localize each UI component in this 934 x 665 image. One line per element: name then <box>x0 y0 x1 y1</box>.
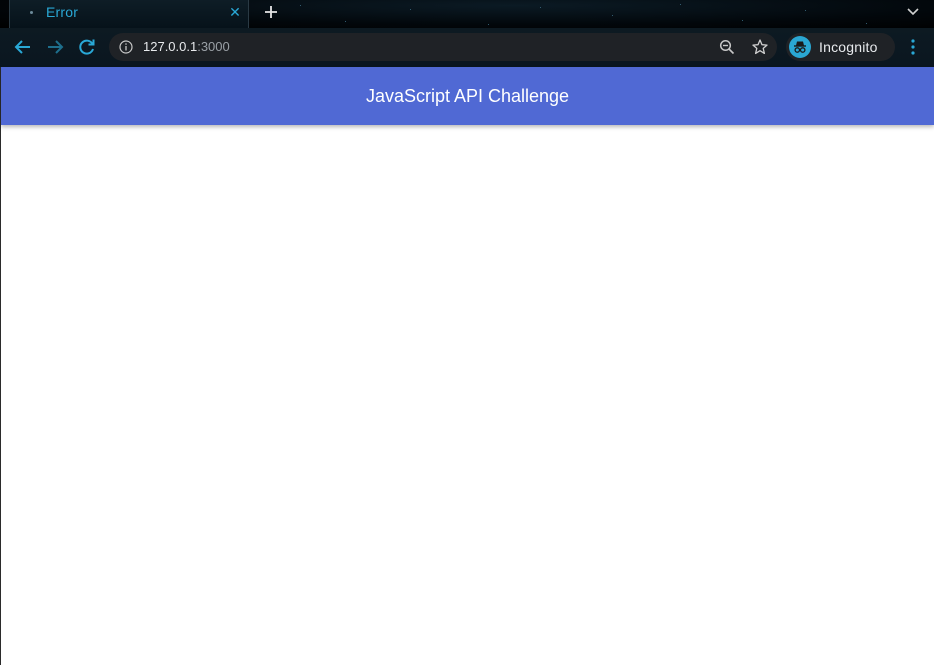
tab-search-button[interactable] <box>903 3 923 21</box>
app-title: JavaScript API Challenge <box>365 86 570 106</box>
tab-active[interactable]: Error ✕ <box>9 0 249 28</box>
reload-button[interactable] <box>76 36 98 58</box>
back-button[interactable] <box>12 36 34 58</box>
page-viewport: JavaScript API Challenge <box>0 67 934 665</box>
plus-icon <box>265 6 277 18</box>
zoom-out-icon[interactable] <box>719 39 735 55</box>
chevron-down-icon <box>907 8 919 16</box>
browser-toolbar: 127.0.0.1:3000 Incognito <box>0 28 934 67</box>
arrow-left-icon <box>14 40 30 54</box>
tab-favicon-icon <box>30 11 33 14</box>
close-icon[interactable]: ✕ <box>227 3 243 21</box>
address-host: 127.0.0.1 <box>143 39 198 54</box>
reload-icon <box>79 39 95 55</box>
incognito-profile-button[interactable]: Incognito <box>786 33 895 61</box>
info-icon[interactable] <box>119 40 133 54</box>
incognito-icon <box>789 36 811 58</box>
tab-strip: Error ✕ <box>0 0 934 28</box>
browser-menu-button[interactable] <box>904 37 922 57</box>
kebab-menu-icon <box>911 39 915 55</box>
arrow-right-icon <box>48 40 64 54</box>
forward-button[interactable] <box>44 36 66 58</box>
new-tab-button[interactable] <box>261 2 281 22</box>
incognito-label: Incognito <box>819 39 878 55</box>
address-url[interactable]: 127.0.0.1:3000 <box>143 39 230 54</box>
app-bar: JavaScript API Challenge <box>1 67 934 125</box>
address-port: :3000 <box>197 39 230 54</box>
tab-title: Error <box>46 4 79 20</box>
address-bar[interactable]: 127.0.0.1:3000 <box>109 33 777 61</box>
star-icon[interactable] <box>751 38 769 56</box>
